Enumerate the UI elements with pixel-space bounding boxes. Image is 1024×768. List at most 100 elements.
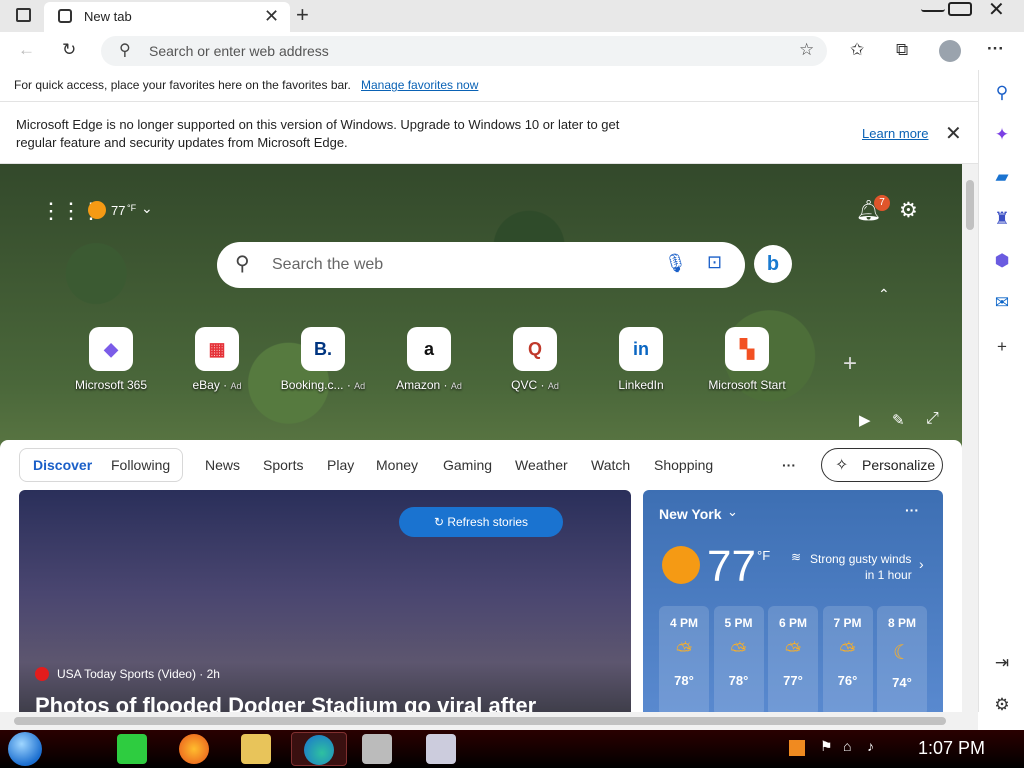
profile-avatar[interactable]: [939, 40, 961, 62]
feed-segment-control: Discover Following: [19, 448, 183, 482]
add-favorite-icon[interactable]: ☆: [799, 40, 814, 60]
microsoft-365-icon[interactable]: ⬢: [991, 250, 1013, 272]
chevron-down-icon[interactable]: ⌄: [141, 200, 153, 217]
tray-app-icon[interactable]: [789, 740, 805, 756]
hour-temp: 78°: [674, 673, 694, 688]
play-background-icon[interactable]: ▶: [859, 411, 871, 429]
vertical-scrollbar[interactable]: [962, 164, 978, 712]
clock[interactable]: 1:07 PM: [918, 738, 985, 759]
tab-weather[interactable]: Weather: [515, 457, 568, 473]
edge-taskbar-icon[interactable]: [291, 732, 347, 766]
hourly-item[interactable]: 5 PM ⛅︎ 78°: [713, 606, 764, 712]
quick-link-logo-icon: ▚: [725, 327, 769, 371]
tools-icon[interactable]: ♜: [991, 208, 1013, 230]
tab-play[interactable]: Play: [327, 457, 354, 473]
tab-sports[interactable]: Sports: [263, 457, 303, 473]
scrollbar-thumb[interactable]: [966, 180, 974, 230]
back-icon[interactable]: ←: [18, 40, 35, 60]
tab-news[interactable]: News: [205, 457, 240, 473]
favorites-icon[interactable]: ✩: [850, 40, 864, 60]
chevron-down-icon[interactable]: ⌄: [727, 504, 738, 520]
tray-network-icon[interactable]: ⌂: [843, 738, 851, 754]
story-headline[interactable]: Photos of flooded Dodger Stadium go vira…: [35, 693, 536, 712]
weather-card[interactable]: New York ⌄ ··· 77 °F ≋ Strong gusty wind…: [643, 490, 943, 712]
quick-link-logo-icon: in: [619, 327, 663, 371]
expand-icon[interactable]: ⤢: [926, 410, 939, 428]
refresh-stories-button[interactable]: ↻ Refresh stories: [399, 507, 563, 537]
quick-link[interactable]: ▚ Microsoft Start: [694, 327, 800, 392]
page-settings-gear-icon[interactable]: ⚙: [899, 198, 918, 223]
horizontal-scrollbar[interactable]: [0, 712, 978, 730]
quick-link[interactable]: a Amazon · Ad: [376, 327, 482, 392]
hourly-item[interactable]: 8 PM ☾ 74°: [877, 606, 927, 712]
shopping-icon[interactable]: ▰: [991, 166, 1013, 188]
close-tab-icon[interactable]: ✕: [264, 6, 279, 27]
firefox-icon[interactable]: [179, 734, 209, 764]
quick-link[interactable]: B. Booking.c... · Ad: [270, 327, 376, 392]
weather-sun-icon: [88, 201, 106, 219]
web-search-box[interactable]: ⚲ Search the web 🎙︎ ⊡: [217, 242, 745, 288]
quick-link[interactable]: Q QVC · Ad: [482, 327, 588, 392]
add-quick-link-icon[interactable]: +: [843, 350, 857, 378]
sidebar-settings-icon[interactable]: ⚙: [991, 694, 1013, 716]
visual-search-icon[interactable]: ⊡: [707, 252, 722, 273]
tab-following[interactable]: Following: [111, 457, 170, 473]
hourly-item[interactable]: 7 PM ⛅︎ 76°: [822, 606, 873, 712]
tab-gaming[interactable]: Gaming: [443, 457, 492, 473]
quick-link-label: Amazon · Ad: [396, 378, 462, 392]
quick-link-logo-icon: a: [407, 327, 451, 371]
refresh-icon[interactable]: ↻: [62, 40, 76, 60]
hourly-item[interactable]: 4 PM ⛅︎ 78°: [659, 606, 709, 712]
new-tab-background: ⋮⋮⋮ 77 °F ⌄ 🔔︎ 7 ⚙ ⚲ Search the web 🎙︎ ⊡…: [0, 164, 962, 712]
collections-icon[interactable]: ⧉: [896, 40, 908, 60]
tray-volume-icon[interactable]: ♪: [867, 738, 874, 754]
wind-icon: ≋: [791, 550, 802, 564]
settings-more-icon[interactable]: ···: [987, 39, 1004, 59]
more-tabs-icon[interactable]: ···: [782, 457, 796, 473]
edit-background-icon[interactable]: ✎: [892, 411, 905, 429]
file-explorer-icon[interactable]: [241, 734, 271, 764]
story-source: USA Today Sports (Video) · 2h: [35, 667, 220, 681]
learn-more-link[interactable]: Learn more: [862, 126, 928, 141]
close-infobar-icon[interactable]: ✕: [945, 121, 962, 146]
hide-sidebar-icon[interactable]: ⇥: [991, 652, 1013, 674]
microphone-icon[interactable]: 🎙︎: [664, 253, 687, 274]
search-icon[interactable]: ⚲: [991, 82, 1013, 104]
new-tab-button[interactable]: +: [296, 2, 309, 28]
outlook-icon[interactable]: ✉: [991, 292, 1013, 314]
quick-link[interactable]: ◆ Microsoft 365: [58, 327, 164, 392]
quick-link[interactable]: ▦ eBay · Ad: [164, 327, 270, 392]
start-button[interactable]: [8, 732, 42, 766]
minimize-button[interactable]: [921, 2, 945, 12]
copilot-icon[interactable]: ✦: [991, 124, 1013, 146]
tab-watch[interactable]: Watch: [591, 457, 630, 473]
collapse-quick-links-icon[interactable]: ⌃: [878, 286, 890, 303]
quick-link[interactable]: in LinkedIn: [588, 327, 694, 392]
bing-chat-button[interactable]: b: [754, 245, 792, 283]
address-bar[interactable]: ⚲ Search or enter web address ☆: [101, 36, 827, 66]
firewall-icon[interactable]: [362, 734, 392, 764]
weather-more-icon[interactable]: ···: [905, 502, 919, 518]
tray-flag-icon[interactable]: ⚑: [820, 738, 833, 755]
manage-favorites-link[interactable]: Manage favorites now: [361, 78, 478, 92]
chevron-right-icon[interactable]: ›: [919, 556, 924, 572]
tab-shopping[interactable]: Shopping: [654, 457, 713, 473]
weather-city[interactable]: New York: [659, 506, 722, 522]
close-window-button[interactable]: ✕: [988, 0, 1005, 22]
scrollbar-thumb[interactable]: [14, 717, 946, 725]
quick-link-label: QVC · Ad: [511, 378, 559, 392]
tab-actions-icon[interactable]: [16, 8, 31, 22]
hourly-item[interactable]: 6 PM ⛅︎ 77°: [768, 606, 818, 712]
restore-button[interactable]: [948, 2, 972, 16]
tab-discover[interactable]: Discover: [33, 457, 92, 473]
weather-current-unit: °F: [757, 548, 771, 563]
favorites-bar: For quick access, place your favorites h…: [0, 70, 978, 102]
tab-money[interactable]: Money: [376, 457, 418, 473]
notes-app-icon[interactable]: [117, 734, 147, 764]
add-sidebar-app-icon[interactable]: +: [991, 336, 1013, 358]
personalize-button[interactable]: ✧ Personalize: [821, 448, 943, 482]
story-card[interactable]: ↻ Refresh stories USA Today Sports (Vide…: [19, 490, 631, 712]
network-app-icon[interactable]: [426, 734, 456, 764]
hero-weather-temp[interactable]: 77: [111, 203, 125, 218]
tab-new-tab[interactable]: New tab ✕: [44, 2, 290, 32]
